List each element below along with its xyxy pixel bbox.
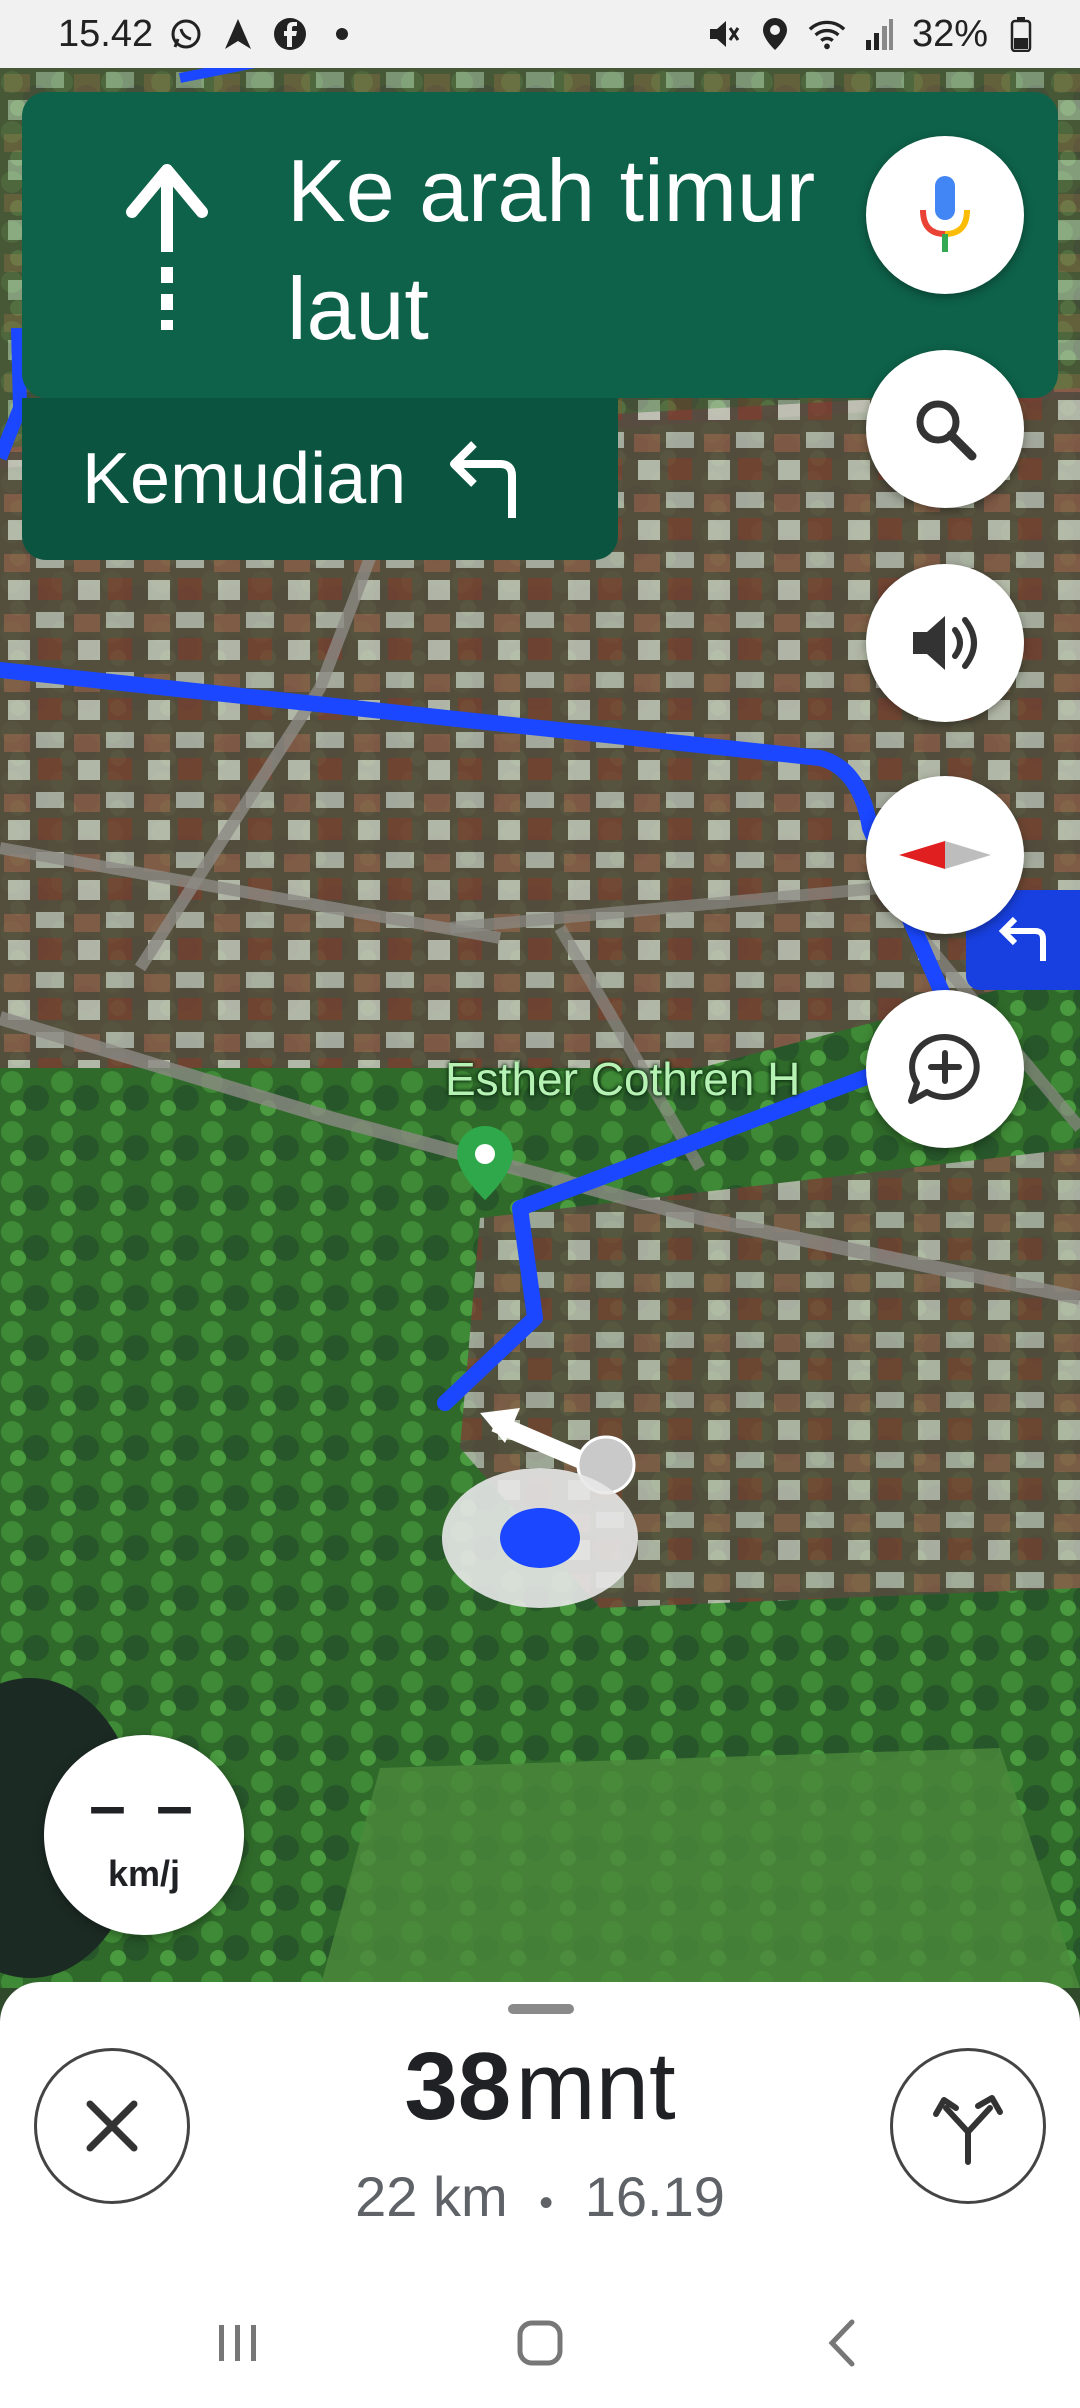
voice-search-icon — [920, 176, 970, 252]
duration-value: 38 — [404, 2033, 512, 2140]
search-icon — [916, 400, 977, 461]
facebook-icon — [271, 15, 309, 53]
battery-icon — [1002, 15, 1040, 53]
home-icon — [517, 2320, 563, 2366]
recent-apps-icon — [219, 2325, 256, 2361]
navigation-instruction: Ke arah timur laut — [287, 141, 816, 358]
route-options-icon — [933, 2095, 1003, 2165]
battery-percent: 32% — [911, 12, 988, 55]
status-left: 15.42 — [58, 13, 361, 56]
next-step-label: Kemudian — [82, 439, 407, 519]
trip-distance: 22 km — [355, 2165, 508, 2228]
speed-unit: km/j — [107, 1853, 181, 1894]
add-report-button[interactable] — [866, 990, 1024, 1148]
back-button[interactable] — [802, 2308, 882, 2378]
next-step-banner[interactable]: Kemudian — [22, 398, 618, 560]
turn-left-icon — [998, 916, 1046, 961]
compass-icon — [899, 841, 991, 869]
status-bar: 15.42 32% — [0, 0, 1080, 68]
signal-icon — [860, 15, 898, 53]
status-right: 32% — [704, 13, 1040, 56]
wifi-icon — [808, 15, 846, 53]
sound-icon — [913, 616, 977, 670]
whatsapp-icon — [167, 15, 205, 53]
back-icon — [828, 2319, 855, 2367]
location-icon — [756, 15, 794, 53]
search-button[interactable] — [866, 350, 1024, 508]
speedometer: – – km/j — [44, 1735, 244, 1935]
speed-value: – – — [89, 1768, 199, 1842]
voice-search-button[interactable] — [866, 136, 1024, 294]
turn-left-icon — [450, 441, 517, 518]
trip-separator: • — [539, 2181, 554, 2225]
status-time: 15.42 — [58, 12, 154, 55]
straight-arrow-icon — [126, 164, 208, 330]
alternate-routes-button[interactable] — [890, 2048, 1046, 2204]
navigation-icon — [219, 15, 257, 53]
system-nav-bar — [0, 2278, 1080, 2408]
add-report-icon — [908, 1033, 980, 1104]
compass-button[interactable] — [866, 776, 1024, 934]
sound-button[interactable] — [866, 564, 1024, 722]
duration-unit: mnt — [515, 2033, 676, 2140]
sheet-handle[interactable] — [508, 2004, 574, 2014]
dot-icon — [323, 15, 361, 53]
trip-sheet[interactable]: 38 mnt 22 km • 16.19 — [0, 1982, 1080, 2278]
arrival-time: 16.19 — [584, 2165, 725, 2228]
recent-apps-button[interactable] — [198, 2308, 278, 2378]
mute-icon — [704, 15, 742, 53]
poi-label[interactable]: Esther Cothren H — [445, 1052, 800, 1106]
home-button[interactable] — [500, 2308, 580, 2378]
